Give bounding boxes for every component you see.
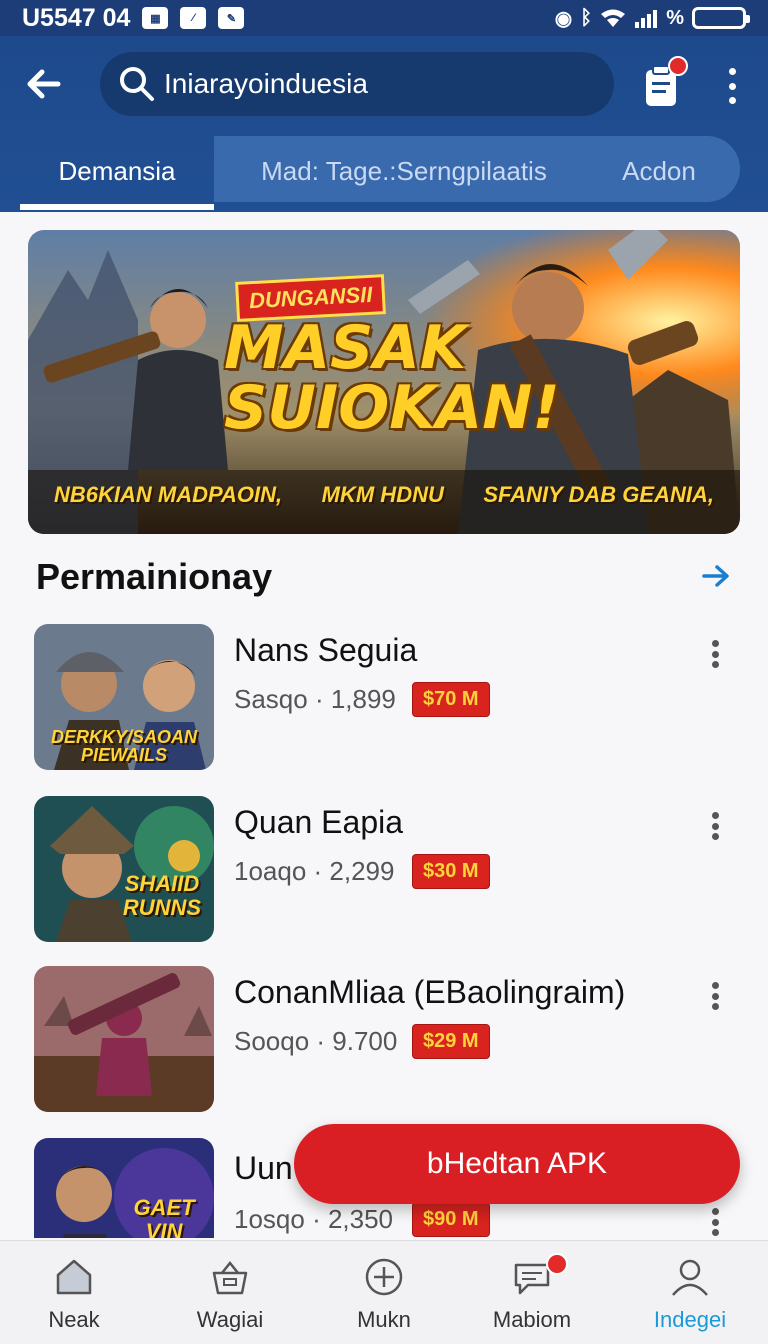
arrow-right-icon[interactable] (700, 560, 732, 592)
bluetooth-icon: ᛒ (580, 6, 593, 29)
game-thumbnail[interactable]: GAET VIN (34, 1138, 214, 1238)
price-badge: $30 M (412, 854, 490, 889)
thumbnail-caption: GAET VIN (133, 1195, 195, 1239)
section-title: Permainionay (36, 556, 273, 597)
banner-title: MASAK SUIOKAN! (224, 313, 560, 443)
app-header: Demansia Mad: Tage.:Serngpilaatis Acdon (0, 36, 768, 212)
status-time: U5547 04 (22, 3, 131, 32)
nav-item-add[interactable]: Mukn (314, 1255, 454, 1339)
more-vertical-icon[interactable] (708, 640, 722, 668)
game-meta: 1osqo · 2,350 (234, 1204, 394, 1234)
edit-icon: ✎ (218, 7, 245, 29)
game-name[interactable]: Quan Eapia (234, 804, 403, 841)
banner-caption-1: NB6KIAN MADPAOIN, (54, 482, 283, 507)
signal-icon (635, 10, 658, 28)
more-vertical-icon[interactable] (708, 812, 722, 840)
game-meta: Sasqo · 1,899 (234, 684, 396, 714)
nav-label: Neak (48, 1307, 100, 1332)
banner-title-line-1: MASAK (224, 313, 467, 383)
active-tab-indicator (20, 204, 214, 210)
promo-banner[interactable]: DUNGANSII MASAK SUIOKAN! NB6KIAN MADPAOI… (28, 230, 740, 534)
location-icon: ◉ (554, 7, 573, 30)
game-list-item[interactable]: SHAIID RUNNS Quan Eapia 1oaqo · 2,299 $3… (0, 796, 768, 946)
search-input[interactable] (164, 68, 594, 100)
nav-label: Mabiom (492, 1307, 572, 1332)
game-meta: 1oaqo · 2,299 (234, 856, 395, 886)
game-thumbnail[interactable]: DERKKY/SAOAN PIEWAILS (34, 624, 214, 770)
thumbnail-caption: DERKKY/SAOAN PIEWAILS (50, 727, 197, 765)
game-name[interactable]: Nans Seguia (234, 632, 417, 669)
arrow-left-icon[interactable] (22, 62, 66, 106)
bottom-navigation: Neak Wagiai Mukn Mabiom Indegei (0, 1240, 768, 1344)
banner-caption-2: MKM HDNU (321, 482, 444, 507)
game-name[interactable]: Uun (234, 1150, 293, 1187)
game-list-item[interactable]: ConanMliaa (EBaolingraim) Sooqo · 9.700 … (0, 966, 768, 1116)
banner-captions: NB6KIAN MADPAOIN, MKM HDNU SFANIY DAB GE… (28, 482, 740, 508)
category-tabs: Demansia Mad: Tage.:Serngpilaatis Acdon (20, 136, 740, 212)
game-list-item[interactable]: DERKKY/SAOAN PIEWAILS Nans Seguia Sasqo … (0, 624, 768, 774)
download-apk-button[interactable]: bHedtan APK (294, 1124, 740, 1204)
battery-icon (692, 7, 750, 29)
tab-mad-tage[interactable]: Mad: Tage.:Serngpilaatis (214, 136, 594, 206)
notification-badge (668, 56, 688, 76)
nav-item-profile[interactable]: Indegei (620, 1255, 760, 1339)
more-vertical-icon[interactable] (708, 1208, 722, 1236)
nfc-icon: ⁄ (180, 7, 207, 29)
nav-label: Wagiai (196, 1307, 264, 1332)
search-bar[interactable] (100, 52, 614, 116)
price-badge: $90 M (412, 1202, 490, 1237)
thumbnail-caption: SHAIID RUNNS (122, 871, 202, 920)
basket-icon (212, 1260, 248, 1295)
price-badge: $29 M (412, 1024, 490, 1059)
banner-title-line-2: SUIOKAN! (224, 373, 560, 443)
nav-item-home[interactable]: Neak (4, 1255, 144, 1339)
nav-item-basket[interactable]: Wagiai (160, 1255, 300, 1339)
chat-badge (546, 1253, 568, 1275)
home-icon (56, 1259, 92, 1295)
wifi-icon (601, 9, 626, 27)
tab-demansia[interactable]: Demansia (20, 136, 214, 206)
nav-label: Indegei (653, 1307, 727, 1332)
more-vertical-icon[interactable] (720, 68, 744, 104)
nav-item-chat[interactable]: Mabiom (462, 1253, 602, 1339)
profile-icon (672, 1259, 708, 1296)
plus-circle-icon (365, 1258, 403, 1296)
battery-percent: % (666, 6, 684, 29)
more-vertical-icon[interactable] (708, 982, 722, 1010)
game-thumbnail[interactable] (34, 966, 214, 1112)
price-badge: $70 M (412, 682, 490, 717)
tab-acdon[interactable]: Acdon (594, 136, 724, 206)
game-thumbnail[interactable]: SHAIID RUNNS (34, 796, 214, 942)
sim-icon: ▦ (142, 7, 169, 29)
nav-label: Mukn (357, 1307, 411, 1332)
game-meta: Sooqo · 9.700 (234, 1026, 398, 1056)
search-icon (120, 67, 154, 101)
notifications-button[interactable] (640, 56, 688, 110)
banner-caption-3: SFANIY DAB GEANIA, (483, 482, 714, 507)
game-name[interactable]: ConanMliaa (EBaolingraim) (234, 974, 625, 1011)
status-bar: U5547 04 ▦ ⁄ ✎ ◉ ᛒ % (0, 0, 768, 36)
